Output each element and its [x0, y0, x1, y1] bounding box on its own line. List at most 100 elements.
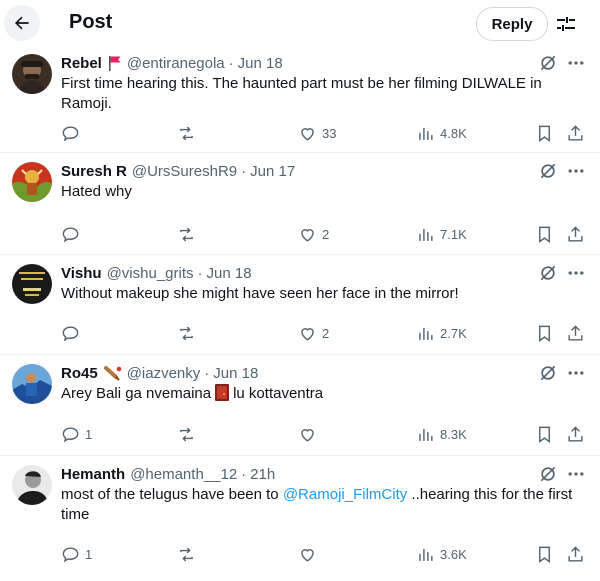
share-action[interactable]	[566, 121, 585, 145]
reply-action[interactable]: 1	[61, 422, 92, 446]
more-options-icon[interactable]	[566, 263, 586, 283]
view-count: 3.6K	[440, 546, 467, 562]
views-action[interactable]: 8.3K	[416, 422, 467, 446]
view-count: 7.1K	[440, 226, 467, 242]
bookmark-action[interactable]	[535, 542, 554, 566]
reply-text: most of the telugus have been to @Ramoji…	[61, 485, 581, 525]
door-emoji	[215, 384, 230, 401]
bookmark-action[interactable]	[535, 121, 554, 145]
grok-icon[interactable]	[538, 464, 558, 484]
avatar[interactable]	[12, 364, 52, 404]
grok-icon[interactable]	[538, 263, 558, 283]
display-name[interactable]: Rebel	[61, 55, 102, 72]
like-count: 2	[322, 325, 330, 341]
views-action[interactable]: 3.6K	[416, 542, 467, 566]
post-date[interactable]: Jun 18	[213, 365, 258, 382]
like-count: 2	[322, 226, 330, 242]
repost-action[interactable]	[177, 222, 196, 246]
grok-icon[interactable]	[538, 53, 558, 73]
user-handle[interactable]: @entiranegola	[127, 55, 225, 72]
back-button[interactable]	[4, 5, 40, 41]
share-action[interactable]	[566, 422, 585, 446]
display-name[interactable]: Suresh R	[61, 163, 127, 180]
more-options-icon[interactable]	[566, 464, 586, 484]
avatar[interactable]	[12, 162, 52, 202]
user-handle[interactable]: @vishu_grits	[107, 265, 194, 282]
reply-action[interactable]	[61, 321, 80, 345]
share-action[interactable]	[566, 321, 585, 345]
reply-item[interactable]: Suresh R @UrsSureshR9 · Jun 17 Hated why…	[0, 154, 600, 255]
repost-icon	[180, 227, 193, 241]
like-action[interactable]: 2	[298, 321, 329, 345]
views-action[interactable]: 2.7K	[416, 321, 467, 345]
reply-text-part: most of the telugus have been to	[61, 486, 279, 503]
like-action[interactable]: 33	[298, 121, 336, 145]
display-name[interactable]: Ro45	[61, 365, 98, 382]
reply-action[interactable]	[61, 121, 80, 145]
comment-icon	[62, 226, 79, 242]
avatar[interactable]	[12, 465, 52, 505]
reply-count: 1	[85, 426, 93, 442]
repost-action[interactable]	[177, 321, 196, 345]
like-action[interactable]	[298, 422, 317, 446]
user-handle[interactable]: @UrsSureshR9	[132, 163, 237, 180]
display-name[interactable]: Vishu	[61, 265, 102, 282]
bookmark-action[interactable]	[535, 222, 554, 246]
like-action[interactable]: 2	[298, 222, 329, 246]
reply-item[interactable]: Ro45 @iazvenky · Jun 18 Arey Bali ga nve…	[0, 356, 600, 456]
comment-icon	[62, 546, 79, 562]
repost-action[interactable]	[177, 422, 196, 446]
user-handle[interactable]: @iazvenky	[127, 365, 201, 382]
grok-icon[interactable]	[538, 161, 558, 181]
bookmark-action[interactable]	[535, 422, 554, 446]
avatar[interactable]	[12, 54, 52, 94]
reply-action[interactable]: 1	[61, 542, 92, 566]
like-action[interactable]	[298, 542, 317, 566]
view-count: 2.7K	[440, 325, 467, 341]
cricket-bat-icon	[103, 365, 122, 381]
reply-item[interactable]: Hemanth @hemanth__12 · 21h most of the t…	[0, 457, 600, 581]
repost-action[interactable]	[177, 121, 196, 145]
heart-icon	[301, 327, 314, 341]
post-date[interactable]: Jun 18	[207, 265, 252, 282]
more-options-icon[interactable]	[566, 363, 586, 383]
bookmark-icon	[539, 546, 550, 563]
more-options-icon[interactable]	[566, 161, 586, 181]
post-date[interactable]: Jun 17	[250, 163, 295, 180]
share-icon	[568, 225, 583, 242]
reply-button[interactable]: Reply	[476, 7, 548, 41]
reply-item[interactable]: Vishu @vishu_grits · Jun 18 Without make…	[0, 256, 600, 355]
top-bar: Post Reply	[0, 0, 600, 46]
post-date[interactable]: 21h	[250, 466, 275, 483]
separator-dot: ·	[197, 264, 203, 282]
post-date[interactable]: Jun 18	[238, 55, 283, 72]
views-action[interactable]: 7.1K	[416, 222, 467, 246]
user-handle[interactable]: @hemanth__12	[130, 466, 237, 483]
mention-link[interactable]: @Ramoji_FilmCity	[283, 486, 407, 503]
share-action[interactable]	[566, 542, 585, 566]
repost-action[interactable]	[177, 542, 196, 566]
action-bar: 1 3.6K	[0, 542, 600, 566]
action-bar: 2 2.7K	[0, 321, 600, 345]
display-name[interactable]: Hemanth	[61, 466, 125, 483]
share-action[interactable]	[566, 222, 585, 246]
reply-text: Without makeup she might have seen her f…	[61, 285, 459, 302]
comment-icon	[62, 325, 79, 341]
bookmark-action[interactable]	[535, 321, 554, 345]
heart-icon	[301, 228, 314, 242]
share-icon	[568, 425, 583, 442]
repost-icon	[180, 547, 193, 561]
reply-count: 1	[85, 546, 93, 562]
reply-action[interactable]	[61, 222, 80, 246]
separator-dot: ·	[241, 162, 247, 180]
filter-settings-icon[interactable]	[554, 12, 578, 36]
share-icon	[568, 324, 583, 341]
repost-icon	[180, 427, 193, 441]
view-count: 8.3K	[440, 426, 467, 442]
grok-icon[interactable]	[538, 363, 558, 383]
more-options-icon[interactable]	[566, 53, 586, 73]
avatar[interactable]	[12, 264, 52, 304]
reply-text-part: Arey Bali ga nvemaina	[61, 385, 212, 402]
views-action[interactable]: 4.8K	[416, 121, 467, 145]
reply-item[interactable]: Rebel @entiranegola · Jun 18 First time …	[0, 46, 600, 153]
